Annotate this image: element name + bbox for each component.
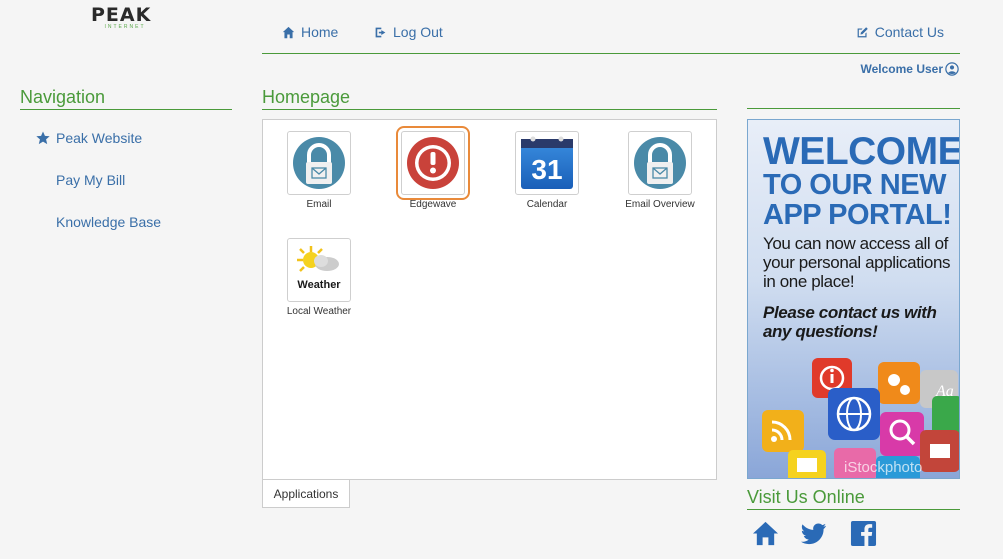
sidebar-item-label: Peak Website — [56, 130, 143, 146]
home-link[interactable]: Home — [282, 24, 338, 40]
app-local-weather[interactable]: Weather Local Weather — [264, 238, 374, 317]
user-icon — [945, 62, 959, 76]
alert-icon — [407, 137, 459, 189]
contact-link-label: Contact Us — [874, 24, 944, 40]
sidebar-nav: Peak Website Pay My Bill Knowledge Base — [36, 128, 161, 254]
user-menu[interactable]: Welcome User — [861, 62, 959, 76]
homepage-heading: Homepage — [262, 87, 717, 110]
logout-link[interactable]: Log Out — [374, 24, 443, 40]
app-edgewave[interactable]: Edgewave — [378, 126, 488, 210]
home-icon[interactable] — [752, 520, 779, 547]
app-email[interactable]: Email — [264, 131, 374, 210]
banner-headline: WELCOME — [763, 130, 960, 173]
banner-subheadline: TO OUR NEW APP PORTAL! — [763, 169, 952, 231]
application-grid: Email Edgewave 31 Calendar Email Overvie… — [262, 119, 717, 480]
star-icon — [36, 131, 50, 145]
app-email-overview[interactable]: Email Overview — [605, 131, 715, 210]
home-link-label: Home — [301, 24, 339, 40]
calendar-day: 31 — [531, 154, 562, 185]
app-label: Email Overview — [625, 199, 695, 210]
banner-body: You can now access all of your personal … — [763, 234, 951, 291]
peak-logo[interactable]: PEAK INTERNET — [91, 4, 161, 34]
mail-lock-icon — [293, 137, 345, 189]
sidebar-item-pay-my-bill[interactable]: Pay My Bill — [36, 170, 161, 212]
twitter-icon[interactable] — [801, 520, 828, 547]
sidebar-item-label: Knowledge Base — [56, 214, 162, 230]
weather-icon: Weather — [297, 246, 341, 291]
navigation-heading: Navigation — [20, 87, 232, 110]
app-label: Edgewave — [409, 199, 457, 210]
sidebar-item-label: Pay My Bill — [56, 172, 126, 188]
weather-badge: Weather — [297, 279, 341, 291]
app-calendar[interactable]: 31 Calendar — [492, 131, 602, 210]
welcome-text: Welcome User — [860, 62, 943, 76]
tab-applications[interactable]: Applications — [262, 480, 350, 508]
home-icon — [282, 26, 295, 38]
app-label: Local Weather — [286, 306, 352, 317]
top-navigation: Home Log Out Contact Us — [262, 18, 960, 54]
social-links — [752, 520, 877, 547]
visit-heading: Visit Us Online — [747, 487, 960, 510]
sidebar-item-knowledge-base[interactable]: Knowledge Base — [36, 212, 161, 254]
welcome-banner[interactable]: WELCOME TO OUR NEW APP PORTAL! You can n… — [747, 119, 960, 479]
logout-icon — [375, 27, 386, 37]
logo-text: PEAK — [91, 4, 152, 26]
banner-cta: Please contact us with any questions! — [763, 303, 937, 341]
facebook-icon[interactable] — [850, 520, 877, 547]
app-cubes-illustration: Aa iStockphoto — [762, 358, 959, 478]
app-label: Email — [306, 199, 332, 210]
stock-watermark: iStockphoto — [844, 459, 922, 476]
sidebar-item-peak-website[interactable]: Peak Website — [36, 128, 161, 170]
calendar-icon: 31 — [521, 136, 573, 189]
app-label: Calendar — [526, 199, 568, 210]
sidebar-divider — [747, 87, 960, 109]
logout-link-label: Log Out — [393, 24, 443, 40]
edit-icon — [857, 26, 868, 37]
contact-link[interactable]: Contact Us — [856, 24, 944, 40]
mail-lock-icon — [634, 137, 686, 189]
